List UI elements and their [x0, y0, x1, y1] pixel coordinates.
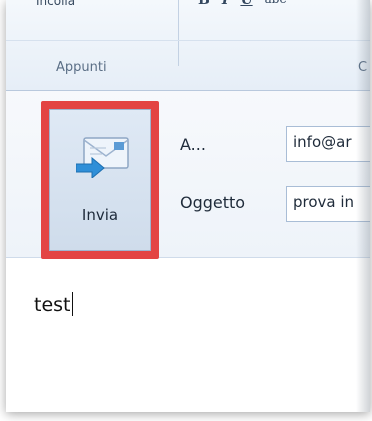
ribbon-separator: [178, 0, 179, 66]
bold-button[interactable]: B: [198, 0, 210, 14]
message-body-text: test: [34, 294, 71, 316]
paste-button[interactable]: Incolla: [36, 0, 116, 10]
clipboard-group-label: Appunti: [56, 60, 107, 75]
format-buttons: B I U abe: [198, 0, 287, 14]
mail-compose-window: Incolla B I U abe Appunti C Invia A... i…: [6, 0, 370, 412]
italic-button[interactable]: I: [222, 0, 229, 14]
underline-button[interactable]: U: [240, 0, 252, 14]
to-button[interactable]: A...: [180, 135, 206, 154]
ribbon: Incolla B I U abe Appunti C: [6, 0, 370, 91]
ribbon-divider: [6, 40, 370, 41]
subject-label: Oggetto: [180, 193, 246, 212]
strikethrough-button[interactable]: abe: [265, 0, 287, 14]
message-body[interactable]: test: [34, 292, 73, 316]
edge-shadow: [356, 0, 370, 412]
send-button-highlight: [41, 101, 159, 259]
text-caret: [71, 292, 73, 316]
